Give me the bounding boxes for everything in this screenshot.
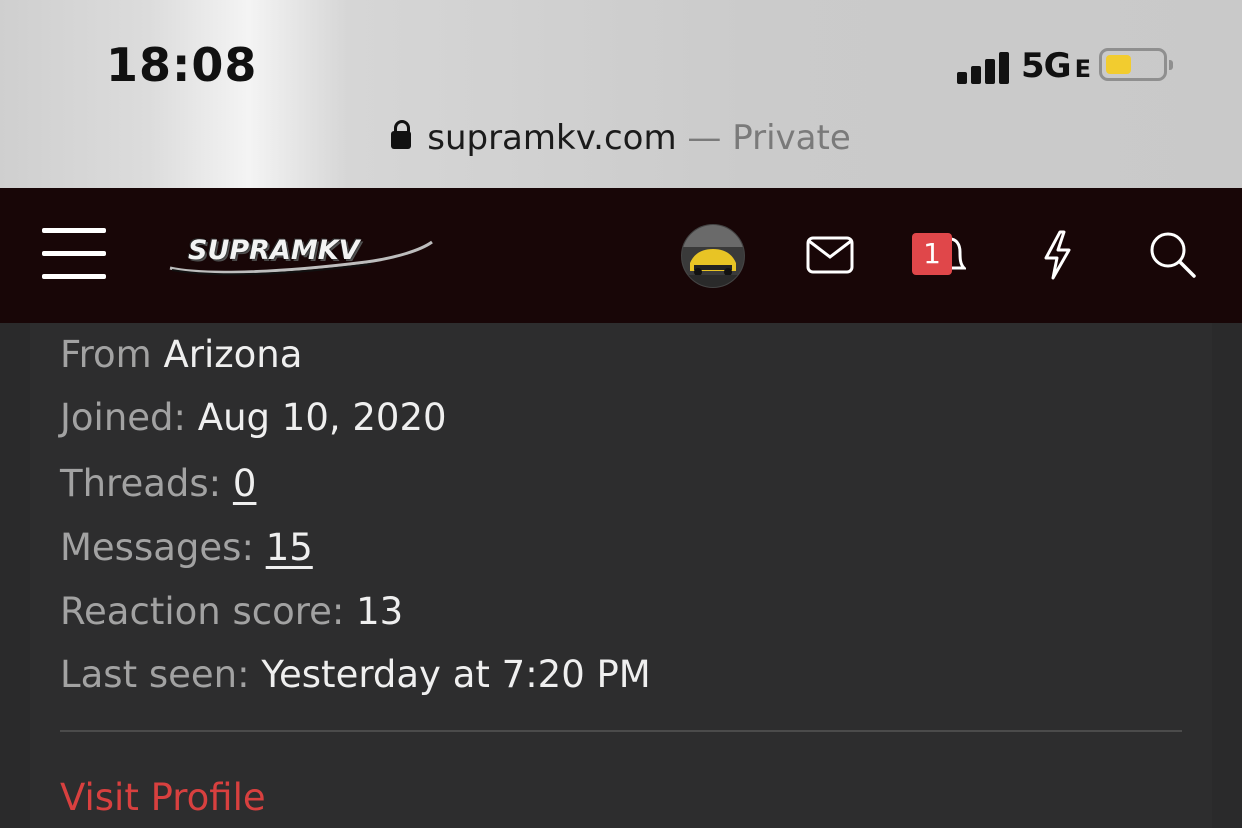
clock: 18:08 (106, 38, 258, 92)
mail-icon[interactable] (806, 236, 854, 274)
threads-link[interactable]: 0 (233, 462, 257, 505)
site-logo[interactable]: SUPRAMKV (166, 232, 436, 278)
threads-label: Threads: (60, 462, 222, 505)
messages-label: Messages: (60, 526, 254, 569)
joined-value: Aug 10, 2020 (197, 396, 447, 439)
status-bar: 18:08 5G E supramkv.com — Private (0, 0, 1242, 188)
car-avatar-image (682, 225, 744, 287)
last-seen-value: Yesterday at 7:20 PM (261, 653, 651, 696)
last-seen-label: Last seen: (60, 653, 250, 696)
messages-row: Messages: 15 (60, 526, 313, 569)
reaction-score-row: Reaction score: 13 (60, 590, 403, 633)
private-mode-label: — Private (687, 118, 851, 158)
visit-profile-link[interactable]: Visit Profile (60, 776, 266, 819)
location-label: From (60, 333, 152, 376)
signal-strength-icon (957, 50, 1013, 84)
lightning-icon[interactable] (1040, 230, 1074, 280)
joined-label: Joined: (60, 396, 186, 439)
member-profile-card: From Arizona Joined: Aug 10, 2020 Thread… (30, 323, 1212, 828)
lock-icon (391, 120, 412, 149)
joined-row: Joined: Aug 10, 2020 (60, 396, 447, 439)
reaction-score-label: Reaction score: (60, 590, 345, 633)
network-suffix: E (1074, 55, 1091, 83)
battery-icon (1099, 48, 1173, 81)
site-navbar: SUPRAMKV 1 (0, 188, 1242, 323)
reaction-score-value: 13 (356, 590, 404, 633)
messages-link[interactable]: 15 (266, 526, 313, 569)
threads-row: Threads: 0 (60, 462, 256, 505)
last-seen-row: Last seen: Yesterday at 7:20 PM (60, 653, 651, 696)
battery-nub (1169, 60, 1173, 70)
search-icon[interactable] (1148, 230, 1198, 280)
avatar[interactable] (681, 224, 745, 288)
network-indicator: 5G E (1021, 46, 1091, 86)
battery-level (1106, 55, 1131, 74)
url-domain: supramkv.com (427, 118, 677, 158)
logo-text: SUPRAMKV (188, 235, 360, 266)
notification-badge[interactable]: 1 (912, 233, 952, 275)
divider (60, 730, 1182, 732)
menu-icon[interactable] (42, 228, 106, 280)
location-value: Arizona (163, 333, 303, 376)
network-type: 5G (1021, 46, 1072, 86)
address-bar[interactable]: supramkv.com — Private (0, 118, 1242, 158)
location-row: From Arizona (60, 333, 302, 376)
